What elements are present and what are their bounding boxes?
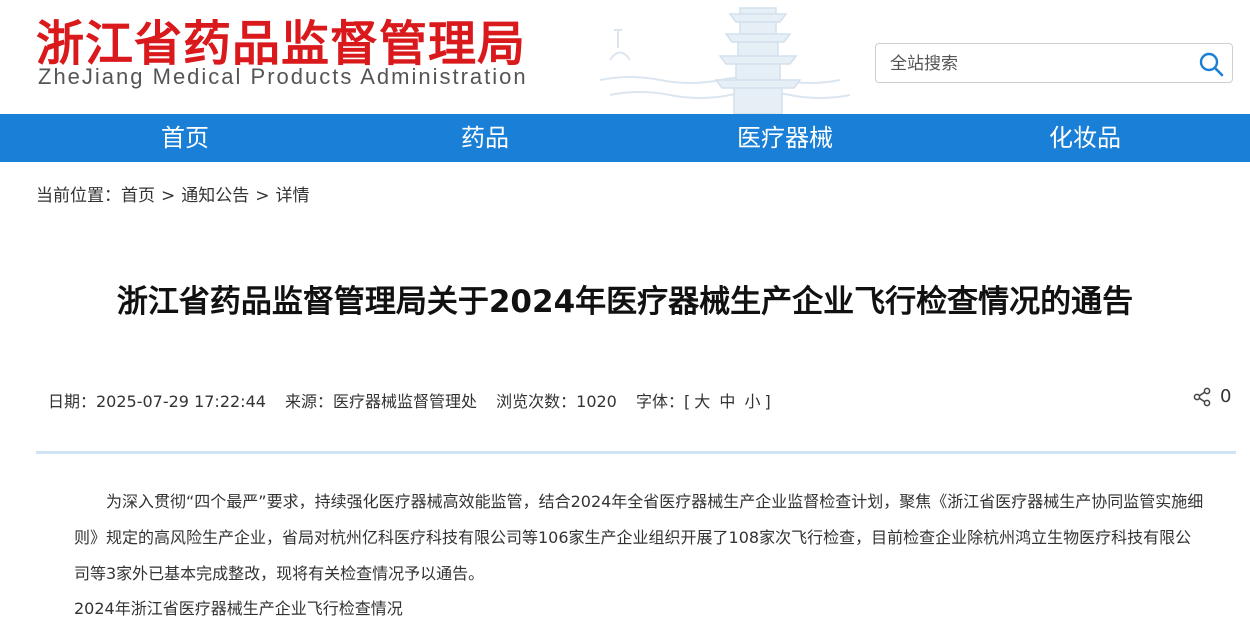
article-paragraph: 为深入贯彻“四个最严”要求，持续强化医疗器械高效能监管，结合2024年全省医疗器…	[74, 492, 1204, 583]
breadcrumb: 当前位置：首页 > 通知公告 > 详情	[36, 181, 310, 206]
article-views: 浏览次数：1020	[496, 392, 617, 411]
font-size-close: ]	[764, 392, 771, 411]
nav-item-medical-devices[interactable]: 医疗器械	[635, 114, 935, 162]
breadcrumb-label: 当前位置：	[36, 186, 121, 206]
breadcrumb-home[interactable]: 首页	[121, 186, 155, 206]
search-input[interactable]	[888, 52, 1182, 76]
share-count: 0	[1220, 386, 1232, 407]
breadcrumb-current: 详情	[275, 186, 310, 206]
site-header: 浙江省药品监督管理局 ZheJiang Medical Products Adm…	[0, 0, 1250, 114]
search-box	[875, 43, 1233, 83]
nav-item-home[interactable]: 首页	[35, 114, 335, 162]
share-icon[interactable]	[1192, 387, 1212, 407]
nav-item-drugs[interactable]: 药品	[335, 114, 635, 162]
search-icon[interactable]	[1198, 51, 1224, 77]
font-size-control: 字体：[大 中 小]	[636, 392, 785, 411]
meta-divider	[36, 451, 1236, 454]
breadcrumb-notices[interactable]: 通知公告	[181, 186, 249, 206]
article-date: 日期：2025-07-29 17:22:44	[48, 392, 266, 411]
breadcrumb-separator: >	[161, 186, 176, 206]
pagoda-watermark-icon	[599, 7, 851, 114]
font-size-large[interactable]: 大	[694, 392, 710, 411]
font-size-small[interactable]: 小	[744, 392, 760, 411]
font-size-label: 字体：[	[635, 392, 691, 411]
site-logo-english[interactable]: ZheJiang Medical Products Administration	[38, 64, 528, 90]
breadcrumb-separator: >	[255, 186, 270, 206]
article-content: 为深入贯彻“四个最严”要求，持续强化医疗器械高效能监管，结合2024年全省医疗器…	[74, 484, 1204, 624]
nav-item-cosmetics[interactable]: 化妆品	[935, 114, 1235, 162]
article-title: 浙江省药品监督管理局关于2024年医疗器械生产企业飞行检查情况的通告	[116, 284, 1134, 320]
font-size-medium[interactable]: 中	[719, 392, 735, 411]
article-subheading: 2024年浙江省医疗器械生产企业飞行检查情况	[74, 599, 403, 618]
article-meta: 日期：2025-07-29 17:22:44 来源：医疗器械监督管理处 浏览次数…	[48, 388, 799, 412]
share-area: 0	[1192, 386, 1231, 407]
article-source: 来源：医疗器械监督管理处	[285, 392, 478, 411]
main-nav: 首页 药品 医疗器械 化妆品	[0, 114, 1250, 162]
